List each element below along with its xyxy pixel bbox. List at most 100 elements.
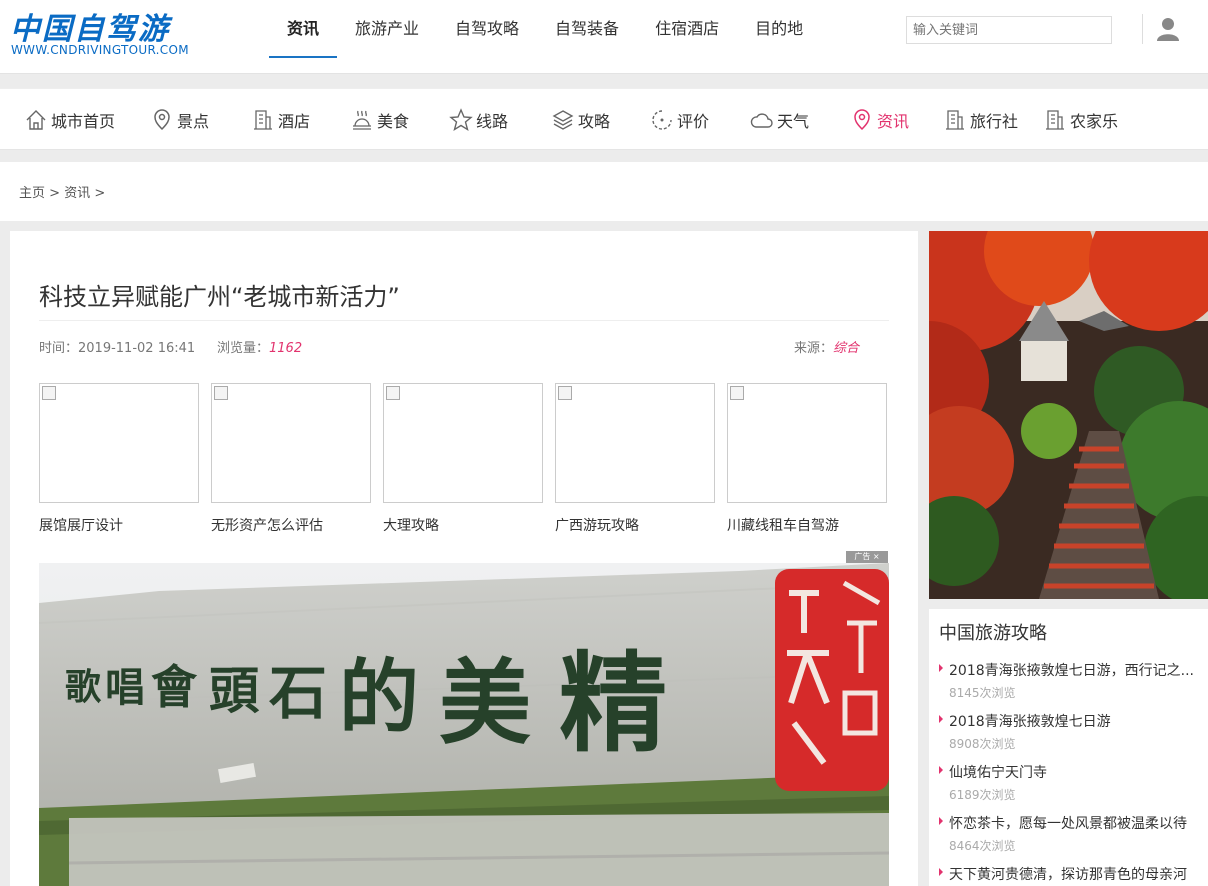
cat-guides[interactable]: 攻略 — [551, 106, 610, 134]
related-caption[interactable]: 展馆展厅设计 — [39, 515, 123, 535]
cat-label: 资讯 — [877, 112, 910, 131]
source-value[interactable]: 综合 — [833, 341, 859, 356]
nav-driving-guide[interactable]: 自驾攻略 — [437, 0, 537, 58]
article-source: 来源：综合 — [794, 337, 859, 356]
cat-city-home[interactable]: 城市首页 — [24, 106, 115, 134]
cat-food[interactable]: 美食 — [350, 106, 409, 134]
cat-attractions[interactable]: 景点 — [150, 106, 209, 134]
views-label: 浏览量： — [217, 341, 270, 356]
stone-char: 唱 — [105, 664, 145, 711]
home-icon — [26, 110, 46, 130]
cat-label: 旅行社 — [970, 112, 1019, 131]
stone-char: 會 — [151, 660, 198, 714]
divider — [39, 320, 889, 321]
close-icon[interactable]: × — [873, 552, 880, 561]
user-icon[interactable] — [1157, 17, 1179, 41]
cat-label: 天气 — [777, 112, 810, 131]
list-item[interactable]: 天下黄河贵德清，探访那青色的母亲河 — [939, 864, 1201, 884]
list-item[interactable]: 怀恋茶卡，愿每一处风景都被温柔以待 8464次浏览 — [939, 813, 1201, 854]
related-thumb[interactable] — [383, 383, 543, 503]
list-item[interactable]: 2018青海张掖敦煌七日游 8908次浏览 — [939, 711, 1201, 752]
nav-driving-gear[interactable]: 自驾装备 — [537, 0, 637, 58]
views-value: 1162 — [269, 341, 303, 356]
nav-tourism-industry[interactable]: 旅游产业 — [337, 0, 437, 58]
article-views: 浏览量：1162 — [217, 337, 302, 356]
cat-weather[interactable]: 天气 — [750, 106, 809, 134]
source-label: 来源： — [794, 341, 834, 356]
stone-char: 的 — [339, 650, 419, 744]
cat-label: 线路 — [476, 112, 509, 131]
cat-news[interactable]: 资讯 — [850, 106, 909, 134]
nav-news[interactable]: 资讯 — [269, 0, 338, 58]
cat-label: 景点 — [177, 112, 210, 131]
search-input[interactable] — [906, 16, 1112, 44]
building-icon — [1046, 110, 1064, 130]
broken-image-icon — [386, 386, 400, 400]
related-thumb[interactable] — [211, 383, 371, 503]
divider — [1142, 14, 1143, 44]
stone-char: 精 — [559, 641, 667, 767]
cat-travel-agency[interactable]: 旅行社 — [943, 106, 1018, 134]
cat-label: 美食 — [377, 112, 410, 131]
guide-views: 8145次浏览 — [949, 686, 1016, 700]
cat-reviews[interactable]: 评价 — [650, 106, 709, 134]
broken-image-icon — [730, 386, 744, 400]
comment-icon — [652, 110, 672, 130]
ad-badge[interactable]: 广告 × — [846, 551, 888, 563]
stone-char: 頭 — [209, 661, 260, 720]
guide-views: 6189次浏览 — [949, 788, 1016, 802]
stone-char: 石 — [269, 659, 327, 727]
article-time: 时间：2019-11-02 16:41 — [39, 337, 195, 356]
location-icon — [154, 109, 170, 131]
building-icon — [254, 110, 272, 130]
guide-title[interactable]: 天下黄河贵德清，探访那青色的母亲河 — [939, 864, 1201, 884]
breadcrumb-bar: 主页 > 资讯 > — [0, 162, 1208, 221]
broken-image-icon — [214, 386, 228, 400]
guide-title[interactable]: 怀恋茶卡，愿每一处风景都被温柔以待 — [939, 813, 1201, 833]
broken-image-icon — [42, 386, 56, 400]
layers-icon — [552, 110, 574, 130]
category-nav: 城市首页 景点 酒店 美食 线路 攻略 评价 天气 资讯 旅行社 农家乐 — [0, 88, 1208, 150]
cloud-icon — [750, 113, 773, 128]
stone-char: 美 — [439, 649, 531, 757]
food-icon — [353, 110, 371, 130]
cat-routes[interactable]: 线路 — [449, 106, 508, 134]
sidebar-title: 中国旅游攻略 — [939, 623, 1047, 644]
breadcrumb-sep: > — [94, 186, 106, 201]
guide-views: 8908次浏览 — [949, 737, 1016, 751]
cat-label: 评价 — [677, 112, 710, 131]
breadcrumb-home[interactable]: 主页 — [19, 186, 45, 201]
related-caption[interactable]: 广西游玩攻略 — [555, 515, 639, 535]
guide-title[interactable]: 2018青海张掖敦煌七日游，西行记之... — [939, 660, 1201, 680]
guide-title[interactable]: 2018青海张掖敦煌七日游 — [939, 711, 1201, 731]
related-caption[interactable]: 川藏线租车自驾游 — [727, 515, 839, 535]
main-nav: 资讯 旅游产业 自驾攻略 自驾装备 住宿酒店 目的地 — [269, 0, 821, 58]
article-title: 科技立异赋能广州“老城市新活力” — [39, 283, 400, 311]
cat-farm-stay[interactable]: 农家乐 — [1043, 106, 1118, 134]
time-value: 2019-11-02 16:41 — [78, 341, 196, 356]
building-icon — [946, 110, 964, 130]
nav-destinations[interactable]: 目的地 — [737, 0, 821, 58]
guide-views: 8464次浏览 — [949, 839, 1016, 853]
news-icon — [854, 109, 870, 131]
site-url: WWW.CNDRIVINGTOUR.COM — [11, 43, 189, 57]
related-thumb[interactable] — [555, 383, 715, 503]
related-thumb[interactable] — [727, 383, 887, 503]
sidebar-autumn-photo[interactable] — [929, 231, 1208, 599]
stone-inscription-photo: 精 美 的 石 頭 會 唱 歌 — [39, 563, 889, 886]
cat-hotels[interactable]: 酒店 — [251, 106, 310, 134]
related-caption[interactable]: 无形资产怎么评估 — [211, 515, 323, 535]
cat-label: 酒店 — [278, 112, 311, 131]
guide-title[interactable]: 仙境佑宁天门寺 — [939, 762, 1201, 782]
nav-hotels[interactable]: 住宿酒店 — [637, 0, 737, 58]
cat-label: 攻略 — [578, 112, 611, 131]
related-thumb[interactable] — [39, 383, 199, 503]
site-logo[interactable]: 中国自驾游 — [10, 4, 170, 48]
list-item[interactable]: 仙境佑宁天门寺 6189次浏览 — [939, 762, 1201, 803]
stone-char: 歌 — [65, 666, 102, 708]
cat-label: 城市首页 — [51, 112, 116, 131]
list-item[interactable]: 2018青海张掖敦煌七日游，西行记之... 8145次浏览 — [939, 660, 1201, 701]
related-caption[interactable]: 大理攻略 — [383, 515, 439, 535]
breadcrumb-section[interactable]: 资讯 — [64, 186, 90, 201]
sidebar-guides: 中国旅游攻略 2018青海张掖敦煌七日游，西行记之... 8145次浏览 201… — [929, 609, 1208, 886]
